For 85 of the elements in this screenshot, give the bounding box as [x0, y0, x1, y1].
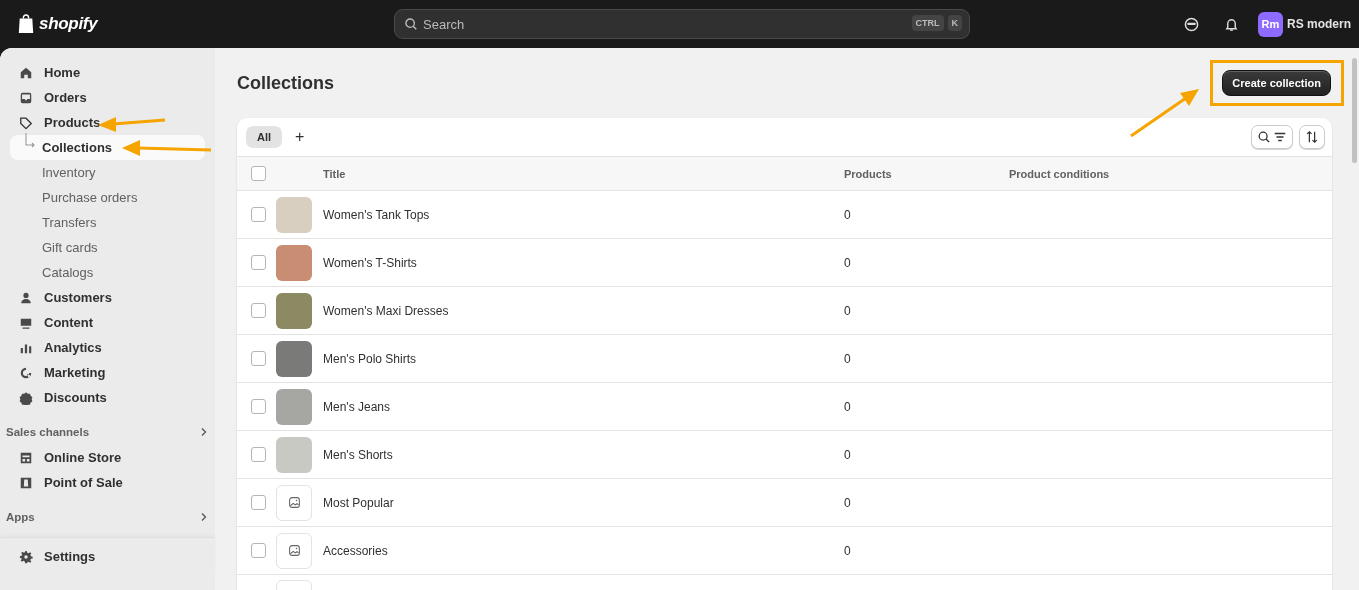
keyboard-key: CTRL [911, 15, 944, 31]
arrow-annotation [1130, 89, 1199, 138]
table-cell-text: 0 [844, 495, 852, 510]
nav-icon [19, 290, 33, 305]
search-icon [404, 17, 418, 31]
image-icon [287, 544, 301, 557]
store-icon [19, 475, 33, 490]
nav-item[interactable]: Discounts [10, 385, 205, 410]
create-collection-button[interactable]: Create collection [1222, 70, 1331, 96]
column-header: Products [844, 167, 893, 180]
table-cell-text: 0 [844, 207, 852, 222]
sort-icon [1305, 130, 1319, 144]
page-title: Collections [237, 72, 334, 94]
section-title: Apps [6, 511, 35, 523]
checkbox[interactable] [251, 303, 266, 318]
photo-placeholder [276, 388, 312, 425]
tab[interactable]: All [246, 126, 283, 148]
checkbox[interactable] [251, 207, 266, 222]
table-cell[interactable]: Women's T-Shirts [323, 255, 844, 270]
photo-placeholder [276, 244, 312, 281]
nav-item[interactable]: Online Store [10, 445, 205, 470]
nav-item[interactable]: Customers [10, 285, 205, 310]
gear-icon [19, 549, 33, 564]
add-view-button[interactable]: + [288, 128, 312, 146]
section-title: Sales channels [6, 426, 90, 438]
chevron-right-icon[interactable] [199, 427, 209, 437]
store-name[interactable]: RS modern [1287, 17, 1351, 31]
nav-icon [19, 90, 33, 105]
nav-item[interactable]: Home [10, 60, 205, 85]
table-cell-text: 0 [844, 303, 852, 318]
checkbox[interactable] [251, 447, 266, 462]
table-cell[interactable]: Men's Jeans [323, 399, 844, 414]
chevron-right-icon[interactable] [199, 512, 209, 522]
filter-icon [1273, 130, 1287, 144]
nav-item[interactable]: Orders [10, 85, 205, 110]
photo-placeholder [276, 196, 312, 233]
nav-subitem[interactable]: Purchase orders [10, 185, 205, 210]
nav-subitem[interactable]: Catalogs [10, 260, 205, 285]
table-cell-text: 0 [844, 447, 852, 462]
table-cell[interactable]: Women's Maxi Dresses [323, 303, 844, 318]
checkbox[interactable] [251, 255, 266, 270]
nav-item[interactable]: Analytics [10, 335, 205, 360]
store-icon [19, 450, 33, 465]
photo-placeholder [276, 292, 312, 329]
nav-icon [19, 390, 33, 405]
nav-icon [19, 65, 33, 80]
checkbox[interactable] [251, 543, 266, 558]
checkbox[interactable] [251, 495, 266, 510]
scrollbar[interactable] [1352, 58, 1357, 163]
image-icon [287, 496, 301, 509]
table-cell-text: 0 [844, 255, 852, 270]
table-cell[interactable]: Most Popular [323, 495, 844, 510]
checkbox[interactable] [251, 166, 266, 181]
nav-item[interactable]: Products [10, 110, 205, 135]
logo-text: shopify [39, 14, 98, 34]
search-icon [1257, 130, 1271, 144]
column-header: Product conditions [1009, 167, 1111, 180]
arrow-annotation [98, 117, 166, 132]
nav-icon [19, 115, 33, 130]
table-cell[interactable]: Accessories [323, 543, 844, 558]
nav-subitem[interactable]: Inventory [10, 160, 205, 185]
checkbox[interactable] [251, 399, 266, 414]
nav-subitem[interactable]: Collections [10, 135, 205, 160]
nav-item[interactable]: Point of Sale [10, 470, 205, 495]
table-cell[interactable]: Men's Shorts [323, 447, 844, 462]
sort-button[interactable] [1299, 125, 1325, 149]
table-cell-text: 0 [844, 351, 852, 366]
table-cell[interactable]: Women's Tank Tops [323, 207, 844, 222]
table-cell[interactable]: Men's Polo Shirts [323, 351, 844, 366]
search-filter-button[interactable] [1251, 125, 1293, 149]
photo-placeholder [276, 340, 312, 377]
photo-placeholder [276, 436, 312, 473]
nav-subitem[interactable]: Gift cards [10, 235, 205, 260]
avatar[interactable]: Rm [1258, 11, 1283, 37]
nav-item[interactable]: Content [10, 310, 205, 335]
shopping-bag-icon [17, 14, 35, 34]
nav-item[interactable]: Marketing [10, 360, 205, 385]
checkbox[interactable] [251, 351, 266, 366]
column-header: Title [323, 167, 347, 180]
table-cell-text: 0 [844, 399, 852, 414]
nav-subitem[interactable]: Transfers [10, 210, 205, 235]
nav-icon [19, 365, 33, 380]
nav-item[interactable]: Settings [10, 544, 205, 569]
table-cell-text: 0 [844, 543, 852, 558]
bell-icon[interactable] [1224, 16, 1239, 32]
